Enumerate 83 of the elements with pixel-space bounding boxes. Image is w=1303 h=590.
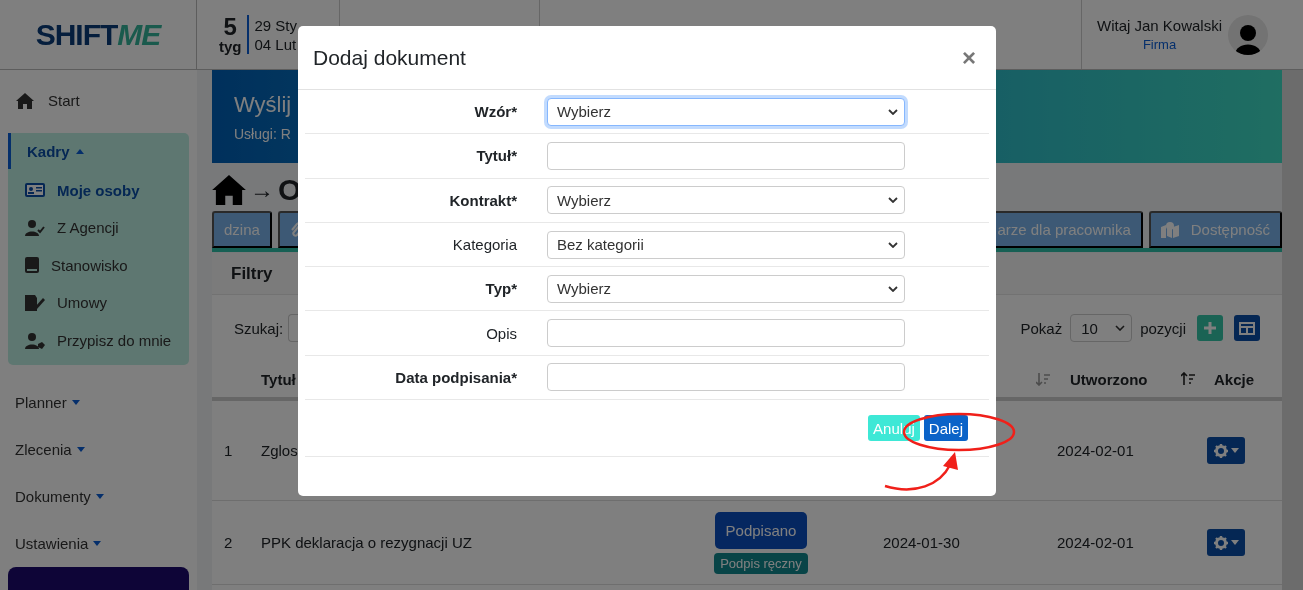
week-end-date: 04 Lut — [254, 34, 298, 54]
table-cell-text: 2024-02-01 — [1057, 534, 1135, 551]
week-number: 5 — [223, 15, 237, 39]
home-icon — [212, 175, 246, 205]
page-size-label: Pokaż — [1020, 319, 1063, 337]
table-cell-text: PPK deklaracja o rezygnacji UZ — [261, 534, 473, 551]
plus-icon — [1203, 321, 1217, 335]
signature-badge: Podpis ręczny — [714, 552, 808, 574]
select-field[interactable]: Wybierz — [547, 186, 905, 215]
home-icon — [16, 92, 34, 109]
select-field[interactable]: Wybierz — [547, 97, 905, 126]
field-label: Kategoria — [451, 236, 517, 254]
select-field[interactable]: Wybierz — [547, 274, 905, 303]
week-unit: tyg — [219, 39, 242, 54]
close-button[interactable]: × — [958, 43, 980, 72]
next-button[interactable]: Dalej — [923, 415, 968, 442]
greeting-text: Witaj Jan Kowalski — [1097, 17, 1223, 34]
sidebar-menu-item[interactable]: Dokumenty — [8, 472, 189, 520]
sidebar-item[interactable]: Z Agencji — [8, 208, 189, 247]
caret-icon — [1230, 540, 1239, 545]
input-field[interactable] — [547, 141, 905, 170]
chevron-down-icon — [888, 241, 898, 248]
input-field[interactable] — [547, 363, 905, 392]
sidebar-menu-item[interactable]: Ustawienia — [8, 519, 189, 567]
page-size-suffix: pozycji — [1140, 319, 1186, 337]
sidebar-menu-item[interactable]: Kadry — [8, 133, 189, 170]
document-pen-icon — [25, 294, 45, 311]
book-icon — [25, 257, 39, 274]
sidebar-item[interactable]: Umowy — [8, 284, 189, 322]
dialog-title: Dodaj dokument — [313, 45, 466, 70]
chevron-down-icon — [1115, 325, 1126, 331]
caret-icon — [71, 400, 80, 406]
sort-ascending-icon — [1180, 372, 1195, 386]
table-view-button[interactable] — [1234, 315, 1260, 341]
field-label: Typ* — [484, 280, 517, 298]
input-field[interactable] — [547, 319, 905, 348]
field-label: Tytuł* — [475, 147, 517, 165]
sidebar-menu-item[interactable]: Planner — [8, 379, 189, 427]
sidebar-item[interactable]: Przypisz do mnie — [8, 321, 189, 360]
chevron-down-icon — [888, 108, 898, 115]
table-cell-text: 2024-02-01 — [1057, 442, 1135, 459]
field-label: Wzór* — [473, 103, 517, 121]
sidebar-menu-item[interactable]: Zlecenia — [8, 426, 189, 473]
gear-icon — [1213, 443, 1228, 458]
sidebar-item[interactable]: Moje osoby — [8, 171, 189, 209]
breadcrumb-separator: → — [250, 176, 274, 204]
map-pin-icon — [1160, 221, 1179, 238]
id-card-icon — [25, 183, 45, 198]
caret-icon — [76, 447, 85, 453]
page-size-select[interactable]: 10 — [1070, 314, 1133, 342]
column-header: Akcje — [1213, 370, 1254, 388]
chevron-down-icon — [888, 197, 898, 204]
table-cell-text: Zglos — [261, 442, 299, 459]
actions-dropdown-button[interactable] — [1207, 529, 1245, 556]
user-tag-icon — [25, 332, 45, 349]
select-field[interactable]: Bez kategorii — [547, 230, 905, 259]
logo: SHIFTME — [0, 0, 197, 69]
caret-icon — [93, 540, 102, 546]
sidebar-item[interactable]: Stanowisko — [8, 246, 189, 285]
sidebar-link[interactable]: Start — [8, 88, 189, 114]
chevron-down-icon — [888, 285, 898, 292]
caret-icon — [95, 493, 104, 499]
table-icon — [1239, 321, 1255, 335]
actions-dropdown-button[interactable] — [1207, 437, 1245, 464]
table-cell-text: 2024-01-30 — [882, 534, 961, 551]
field-label: Kontrakt* — [448, 191, 517, 209]
banner-subtitle: Usługi: R — [234, 126, 291, 142]
gear-icon — [1213, 535, 1228, 550]
week-start-date: 29 Sty — [254, 15, 298, 35]
user-check-icon — [25, 219, 45, 236]
company-link[interactable]: Firma — [1142, 37, 1177, 52]
caret-icon — [1230, 448, 1239, 453]
column-header: Utworzono — [1069, 370, 1149, 388]
row-number: 1 — [223, 442, 234, 459]
status-badge: Podpisano — [714, 511, 808, 549]
search-label: Szukaj: — [234, 319, 284, 337]
field-label: Opis — [485, 324, 517, 342]
column-header: Tytuł — [261, 370, 296, 388]
caret-icon — [75, 148, 84, 154]
row-number: 2 — [223, 534, 234, 551]
banner-title: Wyślij — [234, 92, 292, 118]
field-label: Data podpisania* — [394, 368, 517, 386]
sort-descending-icon — [1035, 372, 1050, 386]
